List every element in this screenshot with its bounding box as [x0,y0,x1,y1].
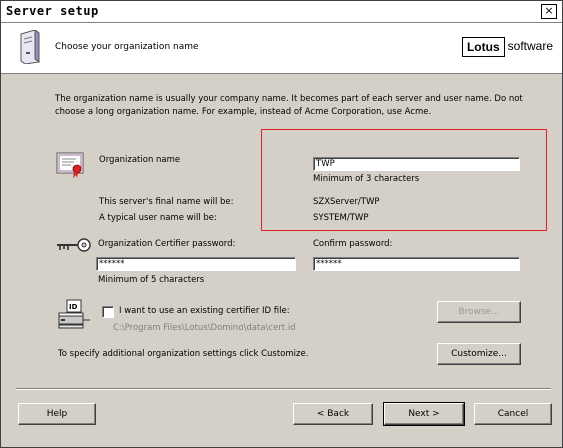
certifier-password-input[interactable]: ****** [96,257,296,271]
intro-text: The organization name is usually your co… [55,94,523,117]
certificate-icon [56,152,84,178]
final-server-label: This server's final name will be: [99,197,234,207]
existing-certifier-label[interactable]: I want to use an existing certifier ID f… [119,306,290,316]
footer-divider [16,388,551,390]
browse-button[interactable]: Browse... [437,301,521,323]
logo-suffix: software [507,39,553,53]
certifier-password-hint: Minimum of 5 characters [98,275,205,285]
logo-brand: Lotus [461,37,505,57]
cancel-button[interactable]: Cancel [474,403,552,425]
customize-button[interactable]: Customize... [437,343,521,365]
final-server-value: SZXServer/TWP [313,197,380,207]
next-button[interactable]: Next > [383,402,465,426]
org-name-label: Organization name [99,155,181,165]
page-subtitle: Choose your organization name [55,42,199,52]
customize-instructions: To specify additional organization setti… [58,349,309,359]
close-button[interactable]: × [541,4,557,19]
wizard-header: Choose your organization name Lotus soft… [1,23,562,74]
typical-user-label: A typical user name will be: [99,213,217,223]
window-title: Server setup [6,4,99,18]
lotus-logo: Lotus software [461,37,556,57]
org-name-input[interactable]: TWP [313,157,520,171]
confirm-password-input[interactable]: ****** [313,257,520,271]
server-setup-window: Server setup × Choose your organization … [0,0,563,448]
svg-text:ID: ID [69,303,78,311]
help-button[interactable]: Help [18,403,96,425]
certifier-id-path: C:\Program Files\Lotus\Domino\data\cert.… [113,323,296,333]
id-file-icon: ID [58,299,90,329]
back-button[interactable]: < Back [293,403,373,425]
key-icon [57,238,91,252]
server-icon [20,30,40,64]
title-bar[interactable]: Server setup × [1,1,562,23]
typical-user-value: SYSTEM/TWP [313,213,369,223]
existing-certifier-checkbox[interactable] [102,306,114,318]
confirm-password-label: Confirm password: [313,239,393,249]
org-name-hint: Minimum of 3 characters [313,174,420,184]
certifier-password-label: Organization Certifier password: [98,239,236,249]
